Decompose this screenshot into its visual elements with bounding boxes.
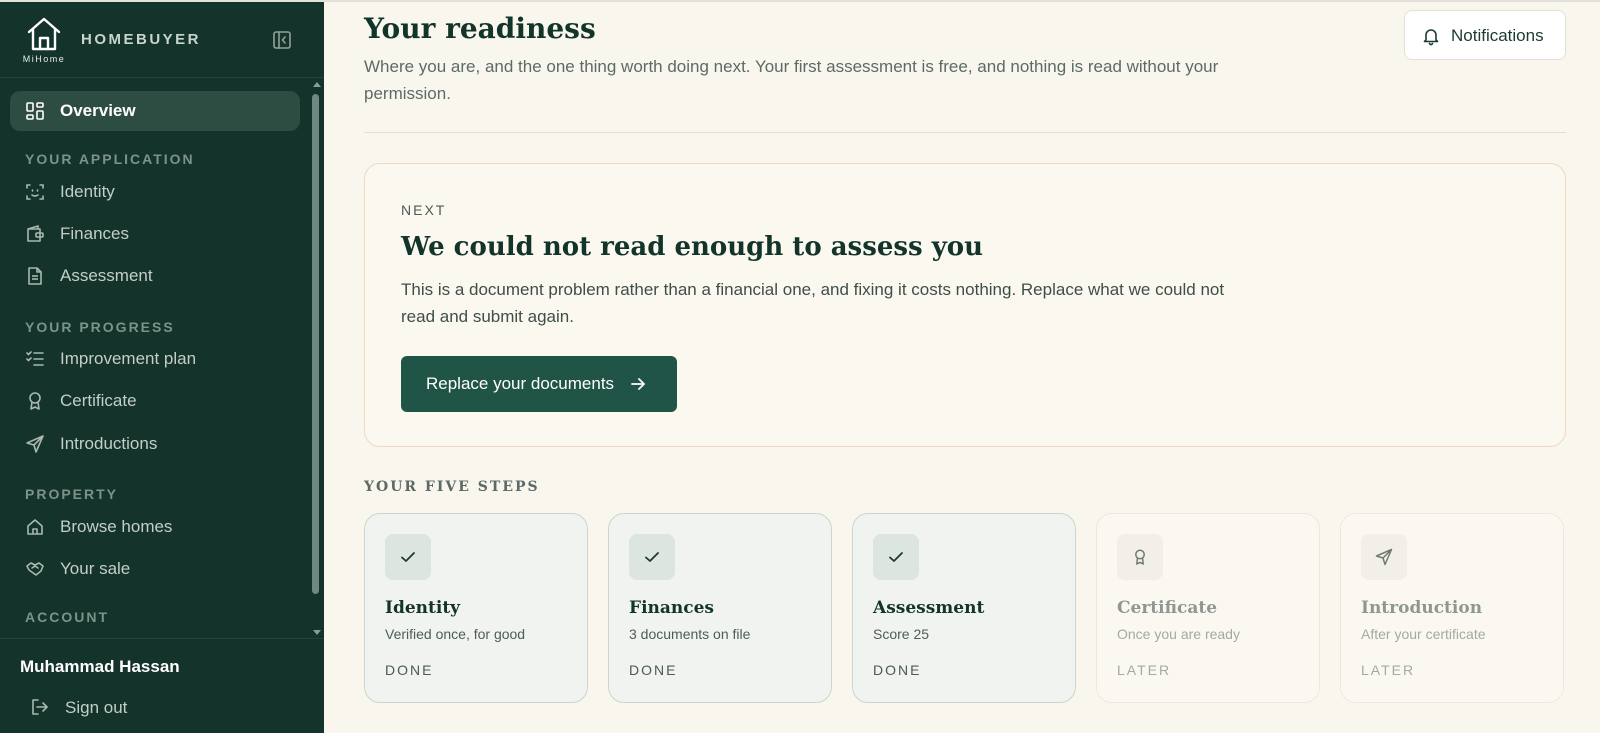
sidebar-item-label: Identity [60, 182, 115, 201]
wallet-icon [27, 225, 44, 242]
sidebar-item-label: Improvement plan [60, 349, 197, 368]
check-icon [645, 552, 659, 562]
step-description: 3 documents on file [629, 626, 751, 642]
nav-section-application: YOUR APPLICATION [25, 151, 195, 167]
step-card-certificate[interactable]: Certificate Once you are ready LATER [1096, 513, 1320, 703]
sign-out-icon [32, 699, 48, 715]
replace-documents-button[interactable]: Replace your documents [401, 356, 677, 412]
step-title: Finances [629, 598, 714, 618]
step-card-identity[interactable]: Identity Verified once, for good DONE [364, 513, 588, 703]
face-scan-icon [26, 184, 44, 200]
scroll-thumb[interactable] [312, 94, 319, 594]
brand-name: HOMEBUYER [81, 31, 202, 48]
check-icon [889, 552, 903, 562]
sidebar-item-your-sale[interactable]: Your sale [10, 549, 300, 589]
next-eyebrow: NEXT [401, 202, 447, 218]
replace-documents-label: Replace your documents [426, 374, 615, 393]
scroll-down-arrow-icon[interactable] [313, 630, 321, 635]
send-icon [1375, 548, 1393, 566]
sidebar-item-identity[interactable]: Identity [10, 172, 300, 212]
step-status: DONE [629, 662, 678, 678]
step-description: Once you are ready [1117, 626, 1240, 642]
bell-icon [1423, 29, 1439, 46]
sidebar-item-label: Overview [60, 101, 136, 120]
step-description: After your certificate [1361, 626, 1486, 642]
step-icon-box [629, 534, 675, 580]
document-icon [28, 267, 42, 285]
sidebar-item-assessment[interactable]: Assessment [10, 256, 300, 296]
sidebar-item-label: Introductions [60, 434, 158, 453]
step-status: LATER [1361, 662, 1416, 678]
sidebar-nav: Overview YOUR APPLICATION Identity Finan… [0, 78, 310, 638]
step-title: Introduction [1361, 598, 1483, 618]
brand-header: MiHome HOMEBUYER [0, 0, 324, 78]
step-description: Score 25 [873, 626, 930, 642]
sidebar-item-label: Assessment [60, 266, 153, 285]
send-icon [26, 435, 44, 453]
sidebar: MiHome HOMEBUYER Overview YOUR APPLICATI… [0, 0, 324, 733]
sign-out-label: Sign out [65, 698, 128, 717]
scroll-up-arrow-icon[interactable] [313, 82, 321, 87]
step-card-finances[interactable]: Finances 3 documents on file DONE [608, 513, 832, 703]
sidebar-item-label: Browse homes [60, 517, 173, 536]
sidebar-item-browse-homes[interactable]: Browse homes [10, 507, 300, 547]
collapse-sidebar-button[interactable] [272, 30, 292, 50]
award-icon [29, 392, 41, 410]
sidebar-item-introductions[interactable]: Introductions [10, 424, 300, 464]
notifications-label: Notifications [1451, 26, 1544, 45]
house-logo-icon [27, 17, 61, 51]
notifications-button[interactable]: Notifications [1404, 10, 1566, 60]
sidebar-scrollbar[interactable] [310, 78, 322, 638]
checklist-icon [26, 351, 44, 366]
step-icon-box [385, 534, 431, 580]
next-body: This is a document problem rather than a… [401, 280, 1225, 326]
sidebar-item-improvement-plan[interactable]: Improvement plan [10, 339, 300, 379]
page-subtitle: Where you are, and the one thing worth d… [364, 57, 1219, 103]
nav-section-progress: YOUR PROGRESS [25, 319, 175, 335]
main-content: Your readiness Where you are, and the on… [324, 0, 1600, 733]
check-icon [401, 552, 415, 562]
sidebar-item-finances[interactable]: Finances [10, 214, 300, 254]
header-divider [364, 132, 1566, 133]
nav-section-property: PROPERTY [25, 486, 119, 502]
step-card-introduction[interactable]: Introduction After your certificate LATE… [1340, 513, 1564, 703]
step-card-assessment[interactable]: Assessment Score 25 DONE [852, 513, 1076, 703]
step-status: DONE [873, 662, 922, 678]
steps-heading: YOUR FIVE STEPS [364, 479, 540, 495]
sidebar-item-label: Your sale [60, 559, 131, 578]
logo[interactable]: MiHome [20, 16, 68, 64]
grid-icon [26, 102, 44, 120]
user-panel: Muhammad Hassan Sign out [0, 638, 324, 733]
top-border [0, 0, 1600, 2]
sidebar-item-label: Finances [60, 224, 129, 243]
step-icon-box [1117, 534, 1163, 580]
user-name: Muhammad Hassan [20, 657, 180, 676]
sign-out-button[interactable]: Sign out [20, 693, 220, 723]
step-status: DONE [385, 662, 434, 678]
home-icon [27, 519, 43, 535]
nav-section-account: ACCOUNT [25, 609, 109, 625]
award-icon [1135, 549, 1145, 565]
step-status: LATER [1117, 662, 1172, 678]
next-step-card: NEXT We could not read enough to assess … [364, 163, 1566, 447]
sidebar-item-overview[interactable]: Overview [10, 91, 300, 131]
handshake-icon [26, 562, 44, 576]
step-icon-box [1361, 534, 1407, 580]
sidebar-item-certificate[interactable]: Certificate [10, 381, 300, 421]
step-description: Verified once, for good [385, 626, 526, 642]
sidebar-item-label: Certificate [60, 391, 137, 410]
step-title: Assessment [873, 598, 985, 618]
step-icon-box [873, 534, 919, 580]
page-title: Your readiness [364, 12, 596, 45]
arrow-right-icon [631, 378, 645, 390]
next-title: We could not read enough to assess you [401, 232, 984, 262]
logo-text: MiHome [22, 54, 66, 64]
sidebar-collapse-icon [273, 31, 291, 49]
step-title: Certificate [1117, 598, 1218, 618]
step-title: Identity [385, 598, 461, 618]
